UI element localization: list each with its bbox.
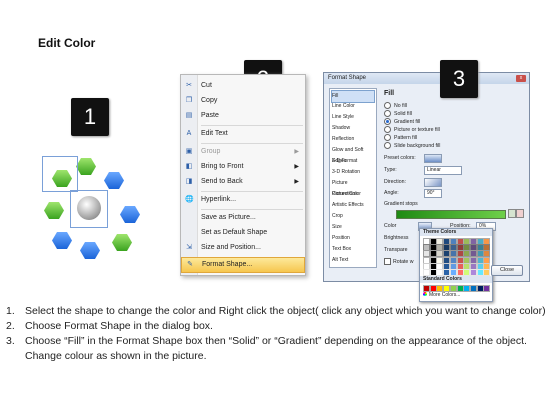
remove-stop-icon[interactable] xyxy=(516,209,524,218)
menu-item-set-default-shape[interactable]: Set as Default Shape xyxy=(181,226,305,240)
close-icon[interactable]: x xyxy=(516,75,526,82)
format-shape-dialog: Format Shape x Fill Line Color Line Styl… xyxy=(323,72,530,302)
menu-separator xyxy=(201,125,303,126)
menu-item-group[interactable]: ▣ Group ▶ xyxy=(181,145,305,159)
category-picture-corrections[interactable]: Picture Corrections xyxy=(332,178,374,197)
color-swatch[interactable] xyxy=(483,269,491,276)
hexagon-shape[interactable] xyxy=(52,232,72,249)
category-picture-color[interactable]: Picture Color xyxy=(332,189,374,200)
category-position[interactable]: Position xyxy=(332,233,374,244)
preset-colors-dropdown[interactable] xyxy=(424,154,442,163)
menu-item-bring-to-front[interactable]: ◧ Bring to Front ▶ xyxy=(181,160,305,174)
paste-icon: ▤ xyxy=(185,112,193,119)
theme-colors-label: Theme Colors xyxy=(420,229,492,236)
instruction-item: 1. Select the shape to change the color a… xyxy=(6,305,546,317)
angle-label: Angle: xyxy=(384,190,399,196)
category-shadow[interactable]: Shadow xyxy=(332,123,374,134)
close-button[interactable]: Close xyxy=(491,265,523,276)
preset-colors-label: Preset colors: xyxy=(384,155,416,161)
menu-item-size-position[interactable]: ⇲ Size and Position... xyxy=(181,241,305,255)
standard-colors-label: Standard Colors xyxy=(420,276,492,283)
gradient-bar[interactable] xyxy=(396,210,506,219)
add-stop-icon[interactable] xyxy=(508,209,516,218)
category-text-box[interactable]: Text Box xyxy=(332,244,374,255)
hexagon-shape[interactable] xyxy=(104,172,124,189)
type-label: Type: xyxy=(384,167,397,173)
dialog-titlebar: Format Shape xyxy=(324,73,529,84)
category-size[interactable]: Size xyxy=(332,222,374,233)
scissors-icon: ✂ xyxy=(186,82,192,89)
submenu-arrow-icon: ▶ xyxy=(294,179,299,185)
edit-text-icon: A xyxy=(186,130,192,137)
menu-separator xyxy=(201,143,303,144)
rotate-with-shape-checkbox[interactable]: Rotate w xyxy=(384,258,413,266)
menu-separator xyxy=(201,191,303,192)
context-menu: ✂ Cut ❐ Copy ▤ Paste A Edit Text ▣ Group ▶ ◧ Br… xyxy=(180,74,306,276)
direction-label: Direction: xyxy=(384,179,406,185)
group-icon: ▣ xyxy=(185,148,193,155)
dialog-title: Format Shape xyxy=(328,75,367,81)
hexagon-shape[interactable] xyxy=(120,206,140,223)
radio-slide-background-fill[interactable]: Slide background fill xyxy=(384,142,440,149)
more-colors-button[interactable]: More Colors... xyxy=(423,292,460,298)
radio-gradient-fill[interactable]: Gradient fill xyxy=(384,118,420,125)
category-3d-format[interactable]: 3-D Format xyxy=(332,156,374,167)
menu-item-paste[interactable]: ▤ Paste xyxy=(181,109,305,123)
radio-picture-fill[interactable]: Picture or texture fill xyxy=(384,126,440,133)
selection-box xyxy=(70,190,108,228)
hexagon-shape[interactable] xyxy=(80,242,100,259)
radio-solid-fill[interactable]: Solid fill xyxy=(384,110,412,117)
color-palette-popup: Theme Colors Standard Colors More Colors… xyxy=(419,228,493,302)
hyperlink-icon: 🌐 xyxy=(185,196,194,203)
step-badge-1: 1 xyxy=(71,98,109,136)
menu-item-hyperlink[interactable]: 🌐 Hyperlink... xyxy=(181,193,305,207)
instructions-list: 1. Select the shape to change the color a… xyxy=(6,304,551,364)
send-back-icon: ◨ xyxy=(185,178,193,185)
menu-item-copy[interactable]: ❐ Copy xyxy=(181,94,305,108)
page-title: Edit Color xyxy=(38,36,96,50)
color-swatch[interactable] xyxy=(483,285,491,292)
submenu-arrow-icon: ▶ xyxy=(294,149,299,155)
brightness-label: Brightness xyxy=(384,235,409,241)
section-title: Fill xyxy=(384,90,395,97)
gradient-stops-label: Gradient stops xyxy=(384,201,418,207)
hexagon-shape[interactable] xyxy=(76,158,96,175)
menu-item-edit-text[interactable]: A Edit Text xyxy=(181,127,305,141)
bring-front-icon: ◧ xyxy=(185,163,193,170)
size-icon: ⇲ xyxy=(186,244,192,251)
category-list: Fill Line Color Line Style Shadow Reflec… xyxy=(329,88,377,268)
color-label: Color xyxy=(384,223,397,229)
category-artistic-effects[interactable]: Artistic Effects xyxy=(332,200,374,211)
selection-box xyxy=(42,156,78,192)
radio-no-fill[interactable]: No fill xyxy=(384,102,407,109)
category-crop[interactable]: Crop xyxy=(332,211,374,222)
format-shape-icon: ✎ xyxy=(187,261,193,268)
menu-item-save-as-picture[interactable]: Save as Picture... xyxy=(181,211,305,225)
category-alt-text[interactable]: Alt Text xyxy=(332,255,374,266)
category-line-style[interactable]: Line Style xyxy=(332,112,374,123)
hexagon-shape[interactable] xyxy=(44,202,64,219)
category-3d-rotation[interactable]: 3-D Rotation xyxy=(332,167,374,178)
angle-input[interactable]: 90° xyxy=(424,189,442,198)
copy-icon: ❐ xyxy=(185,97,193,104)
instruction-item: 3. Choose “Fill” in the Format Shape box … xyxy=(6,335,527,362)
menu-item-send-to-back[interactable]: ◨ Send to Back ▶ xyxy=(181,175,305,189)
radio-pattern-fill[interactable]: Pattern fill xyxy=(384,134,417,141)
hexagon-shape[interactable] xyxy=(112,234,132,251)
menu-separator xyxy=(201,209,303,210)
category-reflection[interactable]: Reflection xyxy=(332,134,374,145)
submenu-arrow-icon: ▶ xyxy=(294,164,299,170)
instruction-item: 2. Choose Format Shape in the dialog box. xyxy=(6,320,213,332)
step-badge-3: 3 xyxy=(440,60,478,98)
category-line-color[interactable]: Line Color xyxy=(332,101,374,112)
type-dropdown[interactable]: Linear xyxy=(424,166,462,175)
menu-item-format-shape[interactable]: ✎ Format Shape... xyxy=(181,257,305,273)
color-wheel-icon xyxy=(423,292,427,296)
shape-diagram[interactable] xyxy=(22,150,162,270)
direction-dropdown[interactable] xyxy=(424,178,442,187)
menu-item-cut[interactable]: ✂ Cut xyxy=(181,79,305,93)
category-glow[interactable]: Glow and Soft Edges xyxy=(332,145,374,164)
transparency-label: Transpare xyxy=(384,247,408,253)
